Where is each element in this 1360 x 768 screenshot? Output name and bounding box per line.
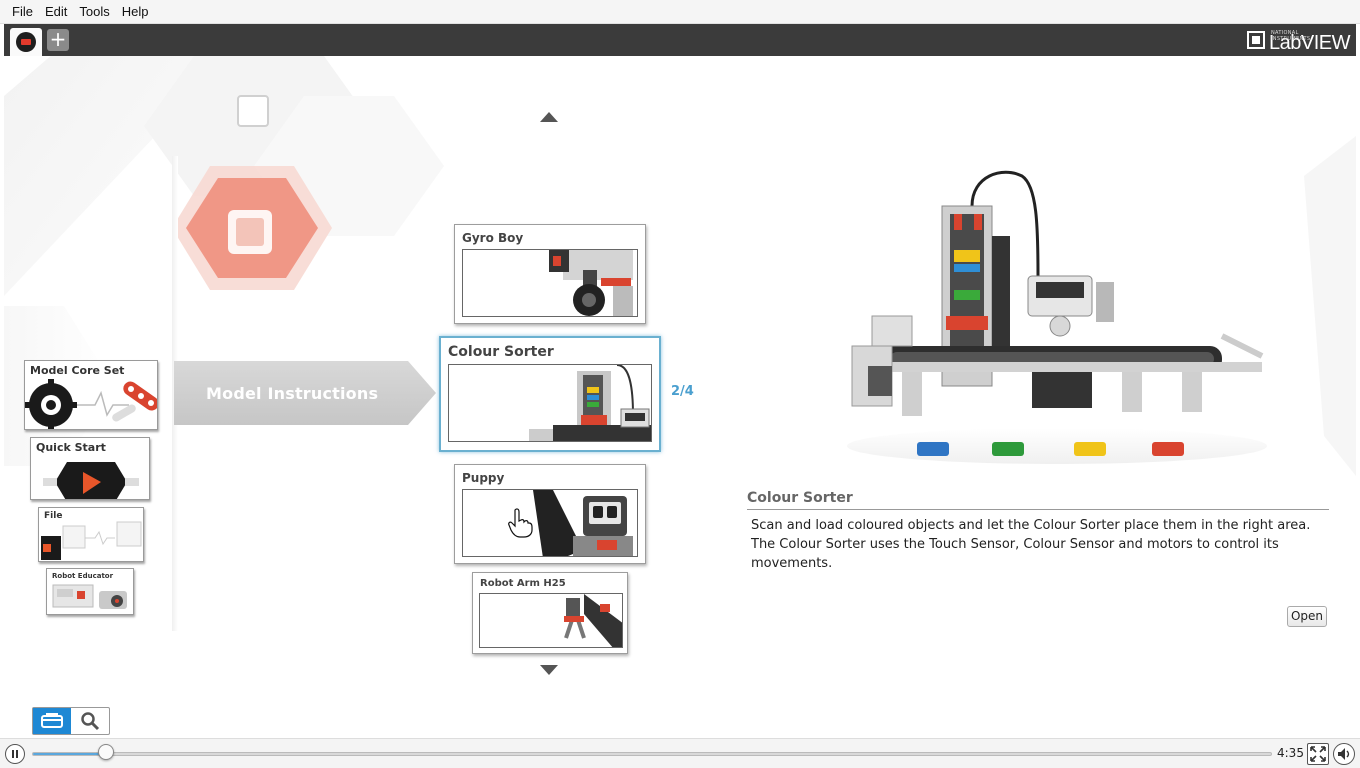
- pause-icon-bar: [12, 750, 14, 758]
- model-card-robot-arm-h25[interactable]: Robot Arm H25: [472, 572, 628, 654]
- pause-button[interactable]: [5, 744, 25, 764]
- labview-logo-tagline: NATIONAL INSTRUMENTS: [1271, 30, 1311, 42]
- model-instructions-banner-label: Model Instructions: [206, 384, 379, 403]
- left-nav-quick-start[interactable]: Quick Start: [30, 437, 150, 500]
- menu-file[interactable]: File: [6, 4, 39, 19]
- fullscreen-icon: [1310, 746, 1326, 762]
- left-nav-model-core-set[interactable]: Model Core Set: [24, 360, 158, 430]
- labview-logo: NATIONAL INSTRUMENTS LabVIEW: [1247, 28, 1350, 54]
- menu-help[interactable]: Help: [116, 4, 155, 19]
- detail-divider: [747, 509, 1329, 510]
- pause-icon-bar: [16, 750, 18, 758]
- model-instructions-banner: Model Instructions: [174, 361, 438, 425]
- model-card-thumbnail: [462, 249, 638, 317]
- detail-title: Colour Sorter: [747, 490, 853, 506]
- model-counter: 2/4: [671, 384, 694, 399]
- playback-time: 4:35: [1277, 746, 1304, 760]
- model-card-title: Puppy: [462, 471, 505, 485]
- print-view-button[interactable]: [33, 708, 71, 734]
- video-player-bar: 4:35: [0, 738, 1360, 768]
- scroll-up-arrow-icon[interactable]: [540, 112, 558, 122]
- play-hexagon-icon: [43, 462, 139, 499]
- left-nav-file[interactable]: File: [38, 507, 144, 562]
- model-card-gyro-boy[interactable]: Gyro Boy: [454, 224, 646, 324]
- model-card-title: Gyro Boy: [462, 231, 524, 245]
- search-view-button[interactable]: [71, 708, 109, 734]
- volume-button[interactable]: [1333, 743, 1355, 765]
- open-button[interactable]: Open: [1287, 606, 1327, 627]
- colour-sorter-preview-image: [847, 170, 1267, 464]
- model-card-thumbnail: [462, 489, 638, 557]
- view-toggle: [32, 707, 110, 735]
- model-card-title: Robot Arm H25: [480, 578, 566, 589]
- fullscreen-button[interactable]: [1307, 743, 1329, 765]
- detail-description: Scan and load coloured objects and let t…: [751, 516, 1321, 573]
- colour-sorter-robot-image: [529, 365, 651, 441]
- detail-description-line-1: Scan and load coloured objects and let t…: [751, 518, 1311, 533]
- hand-cursor-icon: [508, 508, 533, 538]
- lobby-content: Model Core Set Quick Start File Robot Ed…: [4, 56, 1356, 738]
- model-card-thumbnail: [479, 593, 623, 648]
- lego-mindstorms-home-icon: [16, 32, 36, 52]
- tab-bar: + NATIONAL INSTRUMENTS LabVIEW: [4, 24, 1356, 56]
- menu-bar: File Edit Tools Help: [0, 0, 1360, 24]
- gyro-boy-robot-image: [549, 250, 633, 316]
- volume-icon: [1338, 748, 1350, 760]
- add-tab-button[interactable]: +: [47, 29, 69, 51]
- menu-tools[interactable]: Tools: [73, 4, 115, 19]
- robot-educator-icon: [52, 584, 127, 609]
- model-card-thumbnail: [448, 364, 652, 442]
- left-nav-robot-educator[interactable]: Robot Educator: [46, 568, 134, 615]
- program-blocks-icon: [41, 521, 142, 560]
- detail-description-line-2: The Colour Sorter uses the Touch Sensor,…: [751, 537, 1279, 571]
- print-view-icon: [41, 713, 63, 728]
- model-card-colour-sorter[interactable]: Colour Sorter: [439, 336, 661, 452]
- labview-logo-icon: [1247, 31, 1266, 49]
- seek-progress-fill: [33, 753, 108, 755]
- model-card-puppy[interactable]: Puppy: [454, 464, 646, 564]
- puppy-robot-image: [533, 490, 633, 556]
- search-icon: [81, 712, 100, 731]
- model-card-title: Colour Sorter: [448, 344, 554, 360]
- menu-edit[interactable]: Edit: [39, 4, 73, 19]
- gear-beam-icon: [25, 379, 157, 429]
- seek-track[interactable]: [32, 752, 1272, 756]
- tab-home[interactable]: [10, 28, 42, 56]
- scroll-down-arrow-icon[interactable]: [540, 665, 558, 675]
- seek-slider-handle[interactable]: [98, 744, 115, 760]
- robot-arm-image: [564, 594, 622, 647]
